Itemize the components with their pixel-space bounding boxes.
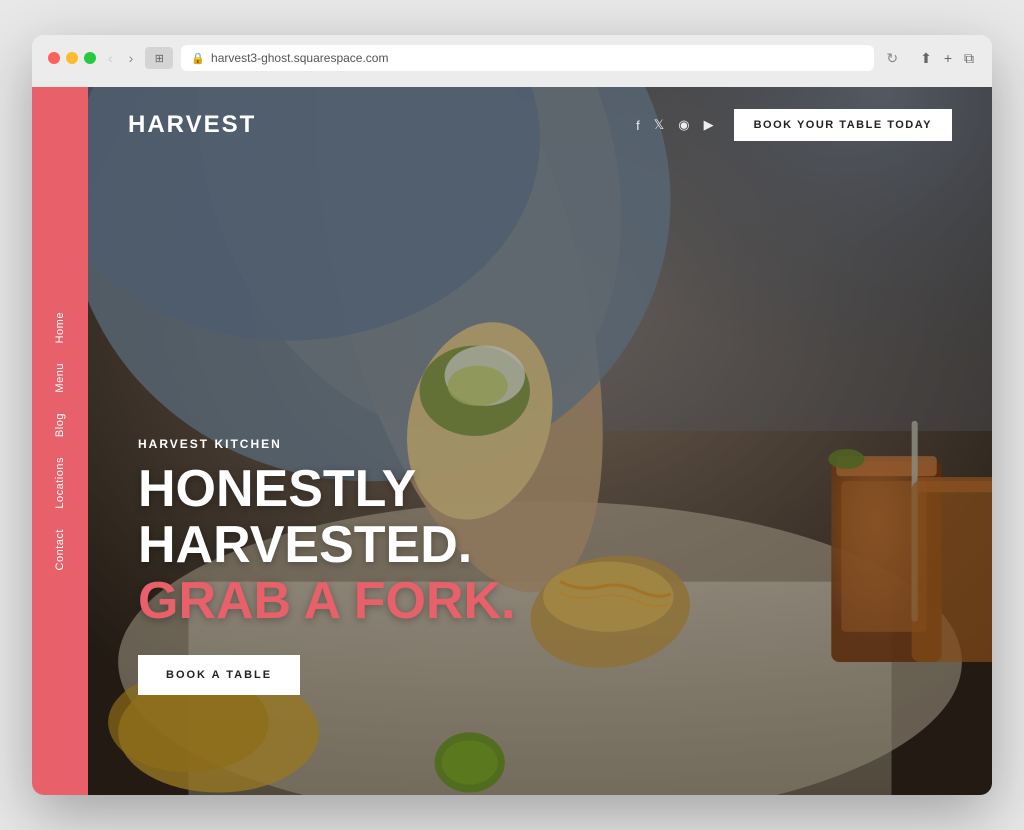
main-content: HARVEST f 𝕏 ◉ ▶ BOOK YOUR TABLE TODAY HA… <box>88 87 992 795</box>
browser-window: ‹ › ⊞ 🔒 harvest3-ghost.squarespace.com ↻… <box>32 35 992 795</box>
sidebar-item-blog[interactable]: Blog <box>54 413 66 437</box>
site-header: HARVEST f 𝕏 ◉ ▶ BOOK YOUR TABLE TODAY <box>88 87 992 163</box>
hero-content: HARVEST KITCHEN HONESTLY HARVESTED. GRAB… <box>138 437 515 695</box>
hero-book-button[interactable]: BOOK A TABLE <box>138 655 300 695</box>
hero-title-line1: HONESTLY <box>138 463 515 515</box>
twitter-icon[interactable]: 𝕏 <box>654 117 664 133</box>
forward-button[interactable]: › <box>125 48 138 68</box>
facebook-icon[interactable]: f <box>636 118 640 133</box>
address-actions: ⬆ + ⧉ <box>918 48 976 69</box>
site-logo: HARVEST <box>128 111 256 139</box>
social-icons: f 𝕏 ◉ ▶ <box>636 117 713 133</box>
browser-chrome: ‹ › ⊞ 🔒 harvest3-ghost.squarespace.com ↻… <box>32 35 992 87</box>
instagram-icon[interactable]: ◉ <box>678 117 689 133</box>
reload-button[interactable]: ↻ <box>882 48 902 69</box>
sidebar-navigation: Home Menu Blog Locations Contact <box>54 312 66 570</box>
lock-icon: 🔒 <box>191 52 205 65</box>
sidebar-item-contact[interactable]: Contact <box>54 529 66 570</box>
address-bar[interactable]: 🔒 harvest3-ghost.squarespace.com <box>181 45 874 71</box>
back-button[interactable]: ‹ <box>104 48 117 68</box>
hero-subtitle: HARVEST KITCHEN <box>138 437 515 451</box>
sidebar-item-home[interactable]: Home <box>54 312 66 343</box>
tabs-button[interactable]: ⧉ <box>962 48 976 69</box>
browser-titlebar: ‹ › ⊞ 🔒 harvest3-ghost.squarespace.com ↻… <box>48 45 976 71</box>
sidebar-item-locations[interactable]: Locations <box>54 457 66 509</box>
url-text: harvest3-ghost.squarespace.com <box>211 51 388 65</box>
new-tab-button[interactable]: + <box>942 48 954 69</box>
hero-title-line3: GRAB A FORK. <box>138 575 515 627</box>
website-content: Home Menu Blog Locations Contact <box>32 87 992 795</box>
header-right: f 𝕏 ◉ ▶ BOOK YOUR TABLE TODAY <box>636 109 952 141</box>
sidebar-item-menu[interactable]: Menu <box>54 363 66 393</box>
minimize-button[interactable] <box>66 52 78 64</box>
traffic-lights <box>48 52 96 64</box>
youtube-icon[interactable]: ▶ <box>704 117 714 133</box>
sidebar: Home Menu Blog Locations Contact <box>32 87 88 795</box>
maximize-button[interactable] <box>84 52 96 64</box>
close-button[interactable] <box>48 52 60 64</box>
window-control-button[interactable]: ⊞ <box>145 47 173 69</box>
share-button[interactable]: ⬆ <box>918 48 934 69</box>
hero-title-line2: HARVESTED. <box>138 519 515 571</box>
book-table-button[interactable]: BOOK YOUR TABLE TODAY <box>734 109 952 141</box>
